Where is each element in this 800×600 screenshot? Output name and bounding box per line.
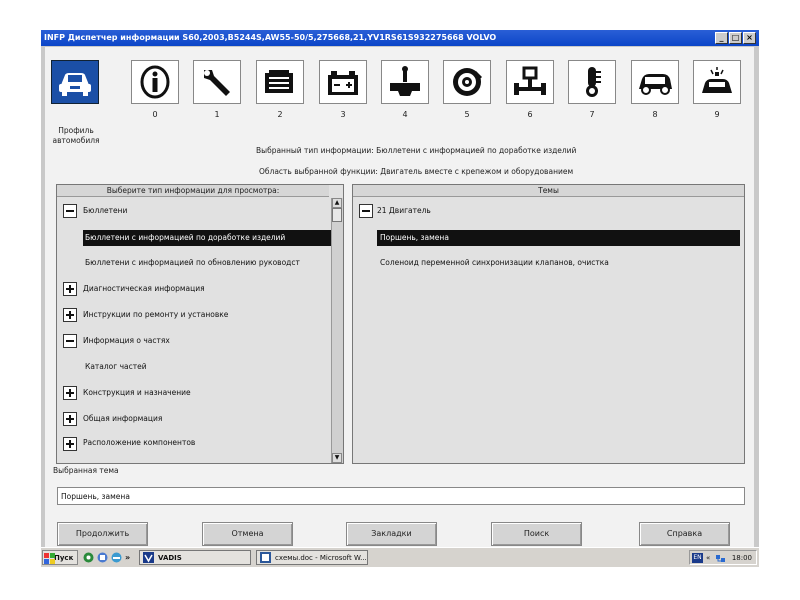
info-icon <box>140 65 170 99</box>
cancel-button[interactable]: Отмена <box>202 522 293 546</box>
tree-item-parts-catalog[interactable]: Каталог частей <box>85 359 325 375</box>
maximize-button[interactable]: □ <box>729 32 742 44</box>
window-controls: _ □ × <box>715 32 756 44</box>
topic-piston-replacement[interactable]: Поршень, замена <box>377 230 740 246</box>
network-tray-icon[interactable] <box>715 553 726 564</box>
taskbar-vadis-label: VADIS <box>158 554 182 562</box>
info-type-panel-header: Выберите тип информации для просмотра: <box>57 185 329 197</box>
battery-icon <box>328 71 358 95</box>
app-window: INFP Диспетчер информации S60,2003,B5244… <box>41 30 759 566</box>
quicklaunch-browser-icon[interactable] <box>83 552 94 563</box>
category-number-6: 6 <box>527 110 533 119</box>
category-number-7: 7 <box>589 110 595 119</box>
scroll-up-arrow-icon[interactable]: ▲ <box>332 198 342 208</box>
tree-item-bulletins[interactable]: Бюллетени <box>83 203 323 219</box>
tray-expand-chevron[interactable]: « <box>706 551 710 566</box>
category-number-9: 9 <box>714 110 720 119</box>
minimize-button[interactable]: _ <box>715 32 728 44</box>
category-number-1: 1 <box>214 110 220 119</box>
category-number-3: 3 <box>340 110 346 119</box>
thermometer-icon <box>586 67 601 97</box>
quicklaunch-desktop-icon[interactable] <box>111 552 122 563</box>
window-title: INFP Диспетчер информации S60,2003,B5244… <box>44 33 497 42</box>
car-alarm-icon <box>702 67 732 93</box>
system-tray: EN « 18:00 <box>689 550 757 565</box>
category-number-0: 0 <box>152 110 158 119</box>
vadis-app-icon <box>143 552 154 563</box>
info-category-9[interactable] <box>693 60 741 104</box>
expand-general-info-icon[interactable] <box>63 412 77 426</box>
engine-block-icon <box>265 70 293 93</box>
car-body-icon <box>639 74 672 95</box>
selected-topic-field[interactable]: Поршень, замена <box>57 487 745 505</box>
taskbar-vadis-button[interactable]: VADIS <box>139 550 251 565</box>
topics-panel-header: Темы <box>353 185 744 197</box>
windows-logo-icon <box>44 553 55 564</box>
collapse-parts-info-icon[interactable] <box>63 334 77 348</box>
tree-item-general-info[interactable]: Общая информация <box>83 411 323 427</box>
quicklaunch-explorer-icon[interactable] <box>97 552 108 563</box>
wrench-icon <box>204 70 230 96</box>
topic-engine-group[interactable]: 21 Двигатель <box>377 203 677 219</box>
start-button[interactable]: Пуск <box>42 550 78 565</box>
info-category-6[interactable] <box>506 60 554 104</box>
category-number-4: 4 <box>402 110 408 119</box>
collapse-engine-icon[interactable] <box>359 204 373 218</box>
steering-suspension-icon <box>514 66 546 95</box>
taskbar-word-label: схемы.doc - Microsoft W... <box>275 554 367 562</box>
taskbar: Пуск » VADIS схемы.doc - Microsoft W... … <box>41 547 759 567</box>
expand-repair-instructions-icon[interactable] <box>63 308 77 322</box>
expand-design-function-icon[interactable] <box>63 386 77 400</box>
help-button[interactable]: Справка <box>639 522 730 546</box>
title-bar[interactable]: INFP Диспетчер информации S60,2003,B5244… <box>41 30 759 46</box>
expand-component-location-icon[interactable] <box>63 437 77 451</box>
vehicle-profile-label: Профиль автомобиля <box>52 126 100 145</box>
quicklaunch-more-chevron[interactable]: » <box>125 550 133 565</box>
collapse-bulletins-icon[interactable] <box>63 204 77 218</box>
scroll-thumb[interactable] <box>332 208 342 222</box>
info-category-1[interactable] <box>193 60 241 104</box>
topics-panel: Темы 21 Двигатель Поршень, замена Солено… <box>352 184 745 464</box>
info-category-7[interactable] <box>568 60 616 104</box>
tree-item-parts-info[interactable]: Информация о частях <box>83 333 323 349</box>
clock: 18:00 <box>731 554 752 562</box>
gearbox-icon <box>390 66 420 96</box>
client-area: 0 1 2 3 4 5 6 7 8 9 Профиль автомобиля В… <box>45 47 754 548</box>
scroll-down-arrow-icon[interactable]: ▼ <box>332 453 342 463</box>
category-number-2: 2 <box>277 110 283 119</box>
search-button[interactable]: Поиск <box>491 522 582 546</box>
info-category-5[interactable] <box>443 60 491 104</box>
info-category-4[interactable] <box>381 60 429 104</box>
category-number-8: 8 <box>652 110 658 119</box>
category-number-5: 5 <box>464 110 470 119</box>
info-category-2[interactable] <box>256 60 304 104</box>
continue-button[interactable]: Продолжить <box>57 522 148 546</box>
close-button[interactable]: × <box>743 32 756 44</box>
topic-vvt-solenoid-cleaning[interactable]: Соленоид переменной синхронизации клапан… <box>380 255 720 271</box>
tree-item-repair-instructions[interactable]: Инструкции по ремонту и установке <box>83 307 323 323</box>
info-category-0[interactable] <box>131 60 179 104</box>
vehicle-profile-button[interactable] <box>51 60 99 104</box>
tree-item-design-function[interactable]: Конструкция и назначение <box>83 385 323 401</box>
info-type-panel: Выберите тип информации для просмотра: Б… <box>56 184 344 464</box>
tree-item-manual-update-bulletins[interactable]: Бюллетени с информацией по обновлению ру… <box>85 255 329 271</box>
bookmarks-button[interactable]: Закладки <box>346 522 437 546</box>
info-type-scrollbar[interactable]: ▲ ▼ <box>331 198 343 463</box>
expand-diagnostics-icon[interactable] <box>63 282 77 296</box>
info-category-8[interactable] <box>631 60 679 104</box>
tree-item-modification-bulletins[interactable]: Бюллетени с информацией по доработке изд… <box>83 230 331 246</box>
selected-function-area: Область выбранной функции: Двигатель вме… <box>259 167 574 176</box>
selected-info-type: Выбранный тип информации: Бюллетени с ин… <box>256 146 577 155</box>
tree-item-diagnostics[interactable]: Диагностическая информация <box>83 281 323 297</box>
word-document-icon <box>260 552 271 563</box>
taskbar-word-button[interactable]: схемы.doc - Microsoft W... <box>256 550 368 565</box>
start-label: Пуск <box>54 554 74 562</box>
brake-disc-icon <box>453 68 482 96</box>
car-icon <box>59 73 91 96</box>
info-category-3[interactable] <box>319 60 367 104</box>
tree-item-component-location[interactable]: Расположение компонентов <box>83 436 323 450</box>
selected-topic-label: Выбранная тема <box>53 466 119 475</box>
language-indicator[interactable]: EN <box>692 553 703 563</box>
